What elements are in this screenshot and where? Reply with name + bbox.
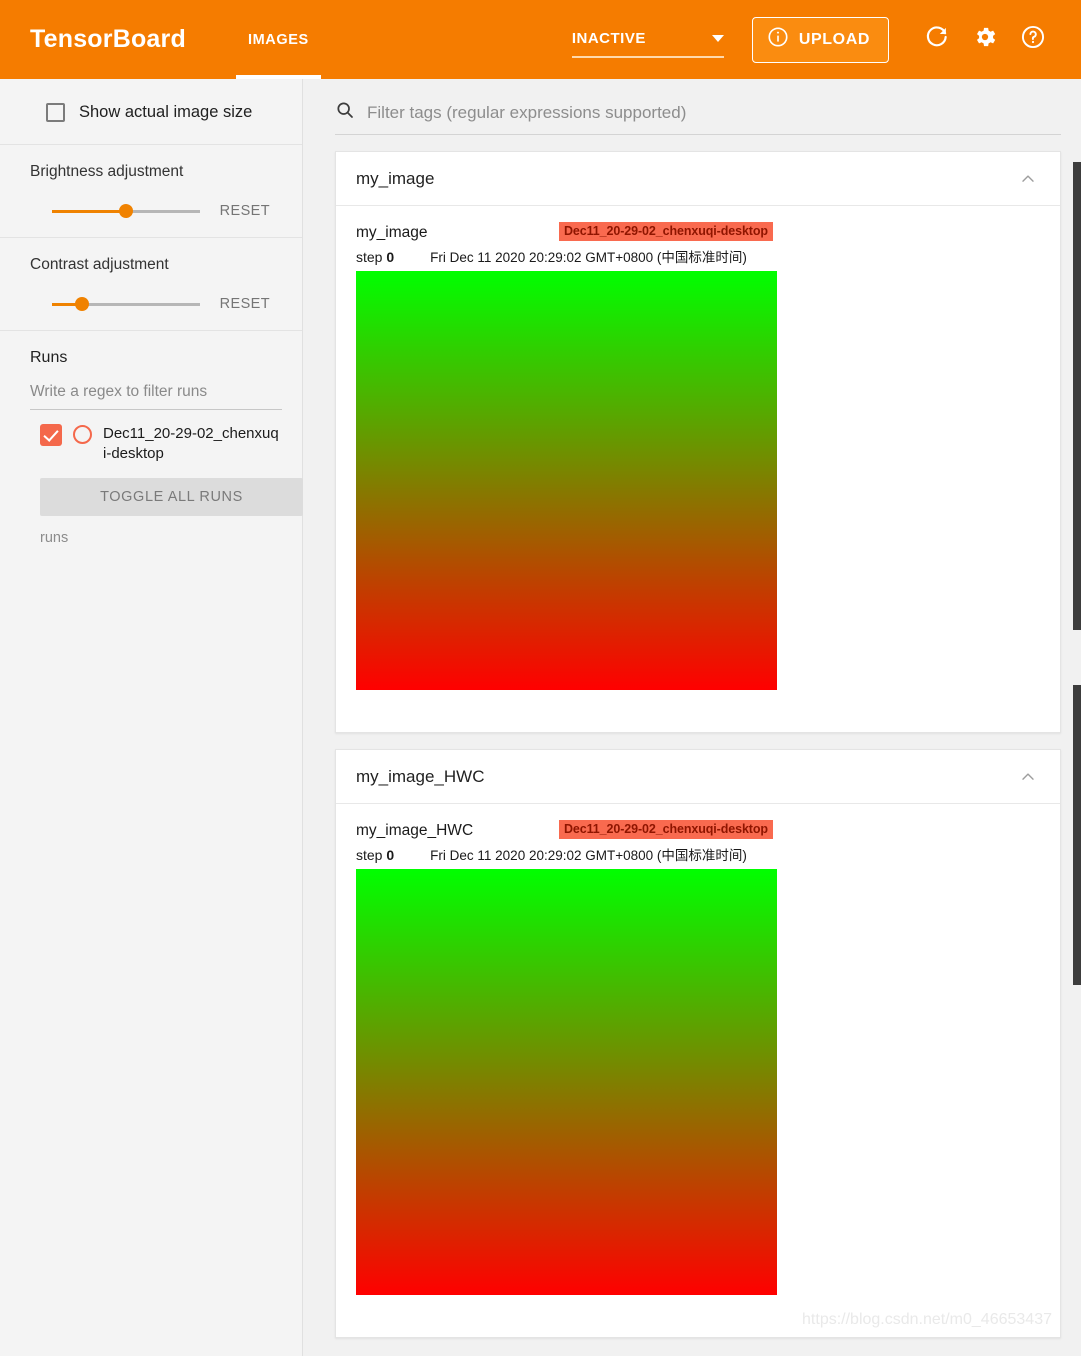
brightness-slider-thumb[interactable] bbox=[119, 204, 133, 218]
image-card-body: my_image_HWC Dec11_20-29-02_chenxuqi-des… bbox=[336, 804, 1060, 1337]
contrast-reset-button[interactable]: RESET bbox=[220, 296, 270, 312]
image-preview[interactable] bbox=[356, 869, 777, 1295]
page-scrollbar-track[interactable] bbox=[1073, 79, 1081, 1356]
tag-filter-bar bbox=[335, 100, 1061, 135]
search-icon bbox=[335, 100, 355, 125]
app-header: TensorBoard IMAGES INACTIVE UPLOAD bbox=[0, 0, 1081, 79]
image-size-section: Show actual image size bbox=[0, 79, 302, 145]
brightness-label: Brightness adjustment bbox=[30, 163, 184, 180]
brightness-slider-row: RESET bbox=[30, 203, 282, 219]
app-brand: TensorBoard bbox=[30, 25, 186, 53]
image-meta-row-step: step 0 Fri Dec 11 2020 20:29:02 GMT+0800… bbox=[356, 844, 777, 864]
refresh-button[interactable] bbox=[913, 16, 961, 64]
runs-section: Runs Dec11_20-29-02_chenxuqi-desktop TOG… bbox=[0, 331, 303, 564]
image-step: step 0 bbox=[356, 249, 394, 265]
image-run-badge: Dec11_20-29-02_chenxuqi-desktop bbox=[559, 820, 773, 839]
image-step-label: step bbox=[356, 249, 383, 265]
image-meta-row-tag: my_image_HWC Dec11_20-29-02_chenxuqi-des… bbox=[356, 820, 777, 842]
image-step: step 0 bbox=[356, 847, 394, 863]
image-tag-label: my_image_HWC bbox=[356, 822, 474, 839]
tab-images[interactable]: IMAGES bbox=[228, 0, 329, 79]
chevron-up-icon[interactable] bbox=[1018, 169, 1038, 189]
page-scrollbar-thumb-lower[interactable] bbox=[1073, 685, 1081, 985]
image-step-label: step bbox=[356, 847, 383, 863]
image-timestamp: Fri Dec 11 2020 20:29:02 GMT+0800 (中国标准时… bbox=[430, 250, 747, 265]
contrast-label: Contrast adjustment bbox=[30, 256, 169, 273]
run-checkbox[interactable] bbox=[40, 424, 62, 446]
page-scrollbar-thumb[interactable] bbox=[1073, 162, 1081, 630]
help-circle-icon bbox=[1020, 24, 1046, 55]
run-list-item[interactable]: Dec11_20-29-02_chenxuqi-desktop bbox=[30, 410, 282, 466]
gear-icon bbox=[972, 24, 998, 55]
tensorboard-app: TensorBoard IMAGES INACTIVE UPLOAD Show … bbox=[0, 0, 1081, 1356]
tag-filter-input[interactable] bbox=[365, 101, 1061, 124]
show-actual-image-size-checkbox[interactable] bbox=[46, 103, 65, 122]
upload-button-label: UPLOAD bbox=[798, 30, 870, 48]
image-card-title: my_image_HWC bbox=[356, 766, 485, 786]
show-actual-image-size-row[interactable]: Show actual image size bbox=[30, 97, 282, 126]
runs-regex-input[interactable] bbox=[30, 373, 282, 410]
image-step-value: 0 bbox=[386, 847, 395, 863]
caret-down-icon bbox=[711, 35, 724, 42]
brightness-section: Brightness adjustment RESET bbox=[0, 145, 302, 238]
runs-footer-label: runs bbox=[40, 530, 69, 546]
help-button[interactable] bbox=[1009, 16, 1057, 64]
watermark: https://blog.csdn.net/m0_46653437 bbox=[802, 1311, 1052, 1328]
brightness-reset-button[interactable]: RESET bbox=[220, 203, 270, 219]
brightness-slider[interactable] bbox=[52, 204, 200, 218]
image-card-title: my_image bbox=[356, 168, 435, 188]
refresh-icon bbox=[924, 24, 950, 55]
contrast-section: Contrast adjustment RESET bbox=[0, 238, 302, 331]
run-color-swatch bbox=[73, 425, 92, 444]
run-status-value: INACTIVE bbox=[571, 30, 646, 47]
run-name-label: Dec11_20-29-02_chenxuqi-desktop bbox=[103, 425, 279, 462]
image-card-body: my_image Dec11_20-29-02_chenxuqi-desktop… bbox=[336, 206, 1060, 732]
main-content: my_image my_image Dec11_20-29-02_chenxuq… bbox=[303, 79, 1073, 1356]
info-circle-icon bbox=[767, 26, 789, 53]
header-actions: INACTIVE UPLOAD bbox=[571, 16, 1081, 64]
sidebar: Show actual image size Brightness adjust… bbox=[0, 79, 303, 1356]
contrast-slider-thumb[interactable] bbox=[74, 297, 89, 311]
image-timestamp: Fri Dec 11 2020 20:29:02 GMT+0800 (中国标准时… bbox=[430, 848, 747, 863]
image-run-badge: Dec11_20-29-02_chenxuqi-desktop bbox=[559, 222, 773, 241]
image-card-header[interactable]: my_image bbox=[336, 152, 1060, 206]
contrast-slider[interactable] bbox=[52, 297, 200, 311]
run-status-dropdown[interactable]: INACTIVE bbox=[571, 22, 724, 58]
image-meta-row-tag: my_image Dec11_20-29-02_chenxuqi-desktop bbox=[356, 222, 777, 244]
nav-tabs: IMAGES bbox=[228, 0, 329, 79]
contrast-slider-row: RESET bbox=[30, 296, 282, 312]
image-card-my-image-hwc: my_image_HWC my_image_HWC Dec11_20-29-02… bbox=[335, 749, 1061, 1338]
image-card-header[interactable]: my_image_HWC bbox=[336, 750, 1060, 804]
toggle-all-runs-button[interactable]: TOGGLE ALL RUNS bbox=[40, 478, 303, 516]
brightness-track-filled bbox=[52, 210, 126, 213]
upload-button[interactable]: UPLOAD bbox=[751, 16, 889, 63]
image-card-my-image: my_image my_image Dec11_20-29-02_chenxuq… bbox=[335, 151, 1061, 733]
chevron-up-icon[interactable] bbox=[1018, 767, 1038, 787]
image-step-value: 0 bbox=[386, 249, 395, 265]
settings-button[interactable] bbox=[961, 16, 1009, 64]
image-preview[interactable] bbox=[356, 271, 777, 690]
image-meta: my_image_HWC Dec11_20-29-02_chenxuqi-des… bbox=[356, 820, 777, 864]
image-meta: my_image Dec11_20-29-02_chenxuqi-desktop… bbox=[356, 222, 777, 266]
tab-images-label: IMAGES bbox=[247, 31, 309, 48]
image-meta-row-step: step 0 Fri Dec 11 2020 20:29:02 GMT+0800… bbox=[356, 246, 777, 266]
show-actual-image-size-label: Show actual image size bbox=[79, 103, 253, 121]
runs-title: Runs bbox=[30, 349, 68, 366]
image-tag-label: my_image bbox=[356, 224, 428, 241]
